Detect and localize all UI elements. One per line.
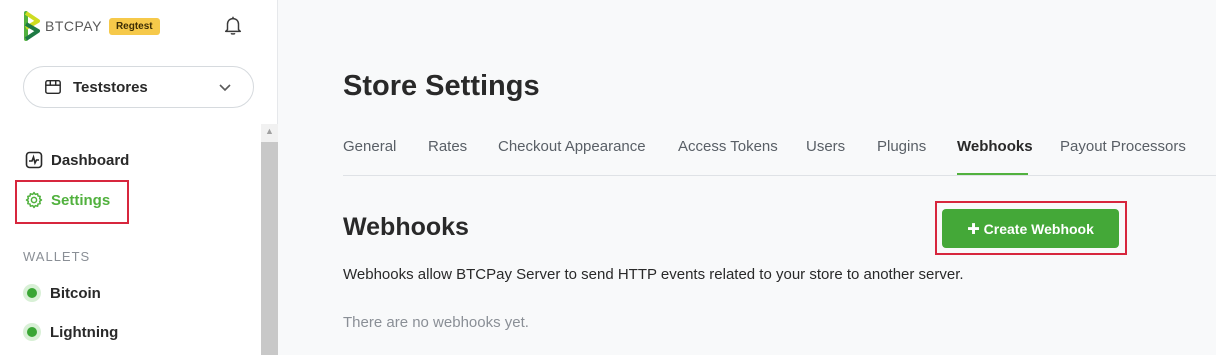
- sidebar-item-lightning[interactable]: Lightning: [23, 323, 118, 341]
- tab-payout-processors[interactable]: Payout Processors: [1060, 138, 1186, 155]
- page-title: Store Settings: [343, 70, 540, 102]
- tab-users[interactable]: Users: [806, 138, 845, 155]
- btcpay-logo-icon: [24, 11, 40, 41]
- section-heading: Webhooks: [343, 213, 469, 241]
- bell-icon[interactable]: [222, 14, 244, 36]
- wallet-status-icon: [23, 323, 41, 341]
- tab-rates[interactable]: Rates: [428, 138, 467, 155]
- settings-tabs: General Rates Checkout Appearance Access…: [343, 128, 1216, 176]
- sidebar-item-label: Dashboard: [51, 151, 130, 169]
- dashboard-icon: [25, 151, 43, 169]
- store-name: Teststores: [73, 78, 148, 96]
- brand-logo[interactable]: BTCPAY Regtest: [23, 10, 160, 42]
- highlight-annotation: [15, 180, 129, 224]
- store-selector[interactable]: Teststores: [23, 66, 254, 108]
- environment-badge: Regtest: [108, 17, 160, 35]
- tab-access-tokens[interactable]: Access Tokens: [678, 138, 778, 155]
- wallets-section-title: WALLETS: [23, 249, 91, 264]
- webhooks-description: Webhooks allow BTCPay Server to send HTT…: [343, 266, 964, 283]
- scrollbar-thumb[interactable]: [261, 142, 278, 355]
- wallet-status-icon: [23, 284, 41, 302]
- sidebar-item-label: Lightning: [50, 323, 119, 341]
- active-tab-indicator: [957, 173, 1028, 175]
- brand-text: BTCPAY: [45, 18, 102, 34]
- scroll-up-arrow-icon[interactable]: ▲: [263, 124, 276, 138]
- sidebar-item-label: Bitcoin: [50, 284, 101, 302]
- store-icon: [45, 79, 61, 95]
- sidebar-item-dashboard[interactable]: Dashboard: [25, 151, 129, 169]
- sidebar: BTCPAY Regtest Teststores ▲ Dashboard Se…: [0, 0, 278, 355]
- highlight-annotation: [935, 201, 1127, 255]
- tab-general[interactable]: General: [343, 138, 396, 155]
- empty-state-text: There are no webhooks yet.: [343, 314, 529, 331]
- chevron-down-icon: [219, 84, 231, 92]
- tab-plugins[interactable]: Plugins: [877, 138, 926, 155]
- sidebar-item-bitcoin[interactable]: Bitcoin: [23, 284, 101, 302]
- tab-checkout-appearance[interactable]: Checkout Appearance: [498, 138, 646, 155]
- tab-webhooks[interactable]: Webhooks: [957, 138, 1033, 155]
